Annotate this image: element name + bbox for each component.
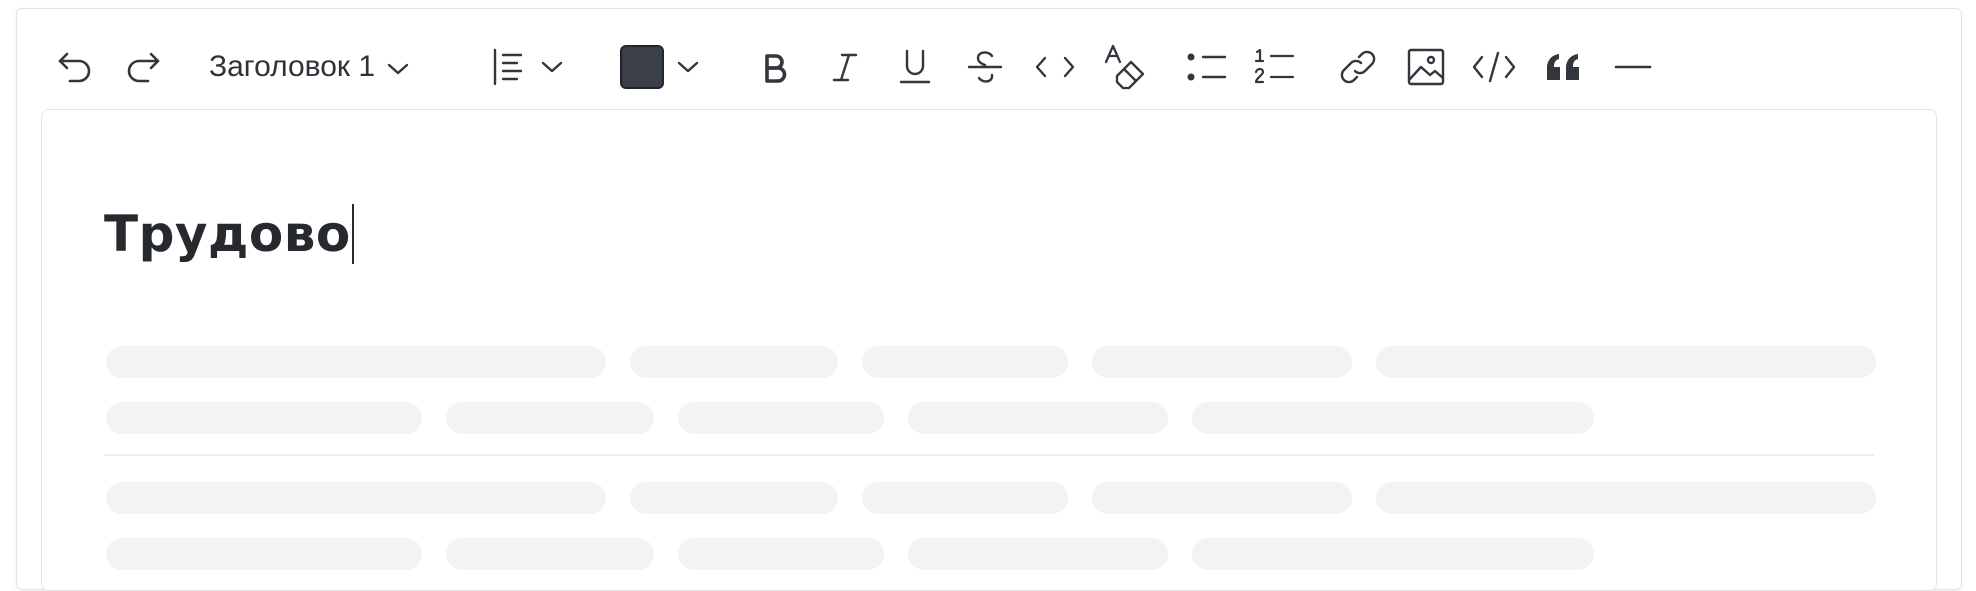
skeleton-line — [908, 402, 1168, 434]
skeleton-line — [1376, 346, 1876, 378]
skeleton-line — [1192, 538, 1594, 570]
undo-icon[interactable] — [53, 41, 97, 93]
bold-icon[interactable] — [753, 41, 797, 93]
divider — [104, 454, 1874, 456]
align-left-icon[interactable] — [489, 41, 529, 93]
chevron-down-icon[interactable] — [537, 41, 567, 93]
chevron-down-icon — [387, 50, 409, 84]
strikethrough-icon[interactable] — [963, 41, 1007, 93]
heading-style-value: Заголовок 1 — [209, 50, 376, 83]
skeleton-line — [1192, 402, 1594, 434]
image-icon[interactable] — [1403, 41, 1449, 93]
link-icon[interactable] — [1333, 41, 1383, 93]
code-block-icon[interactable] — [1469, 41, 1519, 93]
document-title-text: Трудово — [104, 205, 351, 263]
text-color-button[interactable] — [617, 41, 667, 93]
underline-icon[interactable] — [893, 41, 937, 93]
heading-style-select[interactable]: Заголовок 1 — [209, 41, 409, 93]
skeleton-line — [106, 538, 422, 570]
skeleton-line — [908, 538, 1168, 570]
skeleton-line — [106, 482, 606, 514]
skeleton-line — [678, 402, 884, 434]
code-icon[interactable] — [1031, 41, 1079, 93]
skeleton-line — [862, 346, 1068, 378]
bullet-list-icon[interactable] — [1183, 41, 1231, 93]
document-title[interactable]: Трудово — [104, 202, 354, 268]
skeleton-line — [862, 482, 1068, 514]
editor-frame: Заголовок 1 Трудово — [16, 8, 1962, 591]
skeleton-line — [630, 482, 838, 514]
horizontal-rule-icon[interactable] — [1609, 41, 1657, 93]
text-cursor — [351, 203, 354, 264]
italic-icon[interactable] — [823, 41, 867, 93]
redo-icon[interactable] — [121, 41, 165, 93]
color-swatch — [620, 45, 664, 89]
skeleton-line — [446, 538, 654, 570]
skeleton-line — [630, 346, 838, 378]
chevron-down-icon[interactable] — [673, 41, 703, 93]
skeleton-line — [1092, 482, 1352, 514]
editor-content-area[interactable]: Трудово — [41, 109, 1937, 591]
skeleton-line — [678, 538, 884, 570]
skeleton-line — [446, 402, 654, 434]
numbered-list-icon[interactable] — [1251, 41, 1299, 93]
quote-icon[interactable] — [1541, 41, 1587, 93]
clear-format-icon[interactable] — [1101, 41, 1149, 93]
skeleton-line — [106, 346, 606, 378]
skeleton-line — [1092, 346, 1352, 378]
toolbar: Заголовок 1 — [17, 9, 1961, 109]
skeleton-line — [106, 402, 422, 434]
skeleton-line — [1376, 482, 1876, 514]
